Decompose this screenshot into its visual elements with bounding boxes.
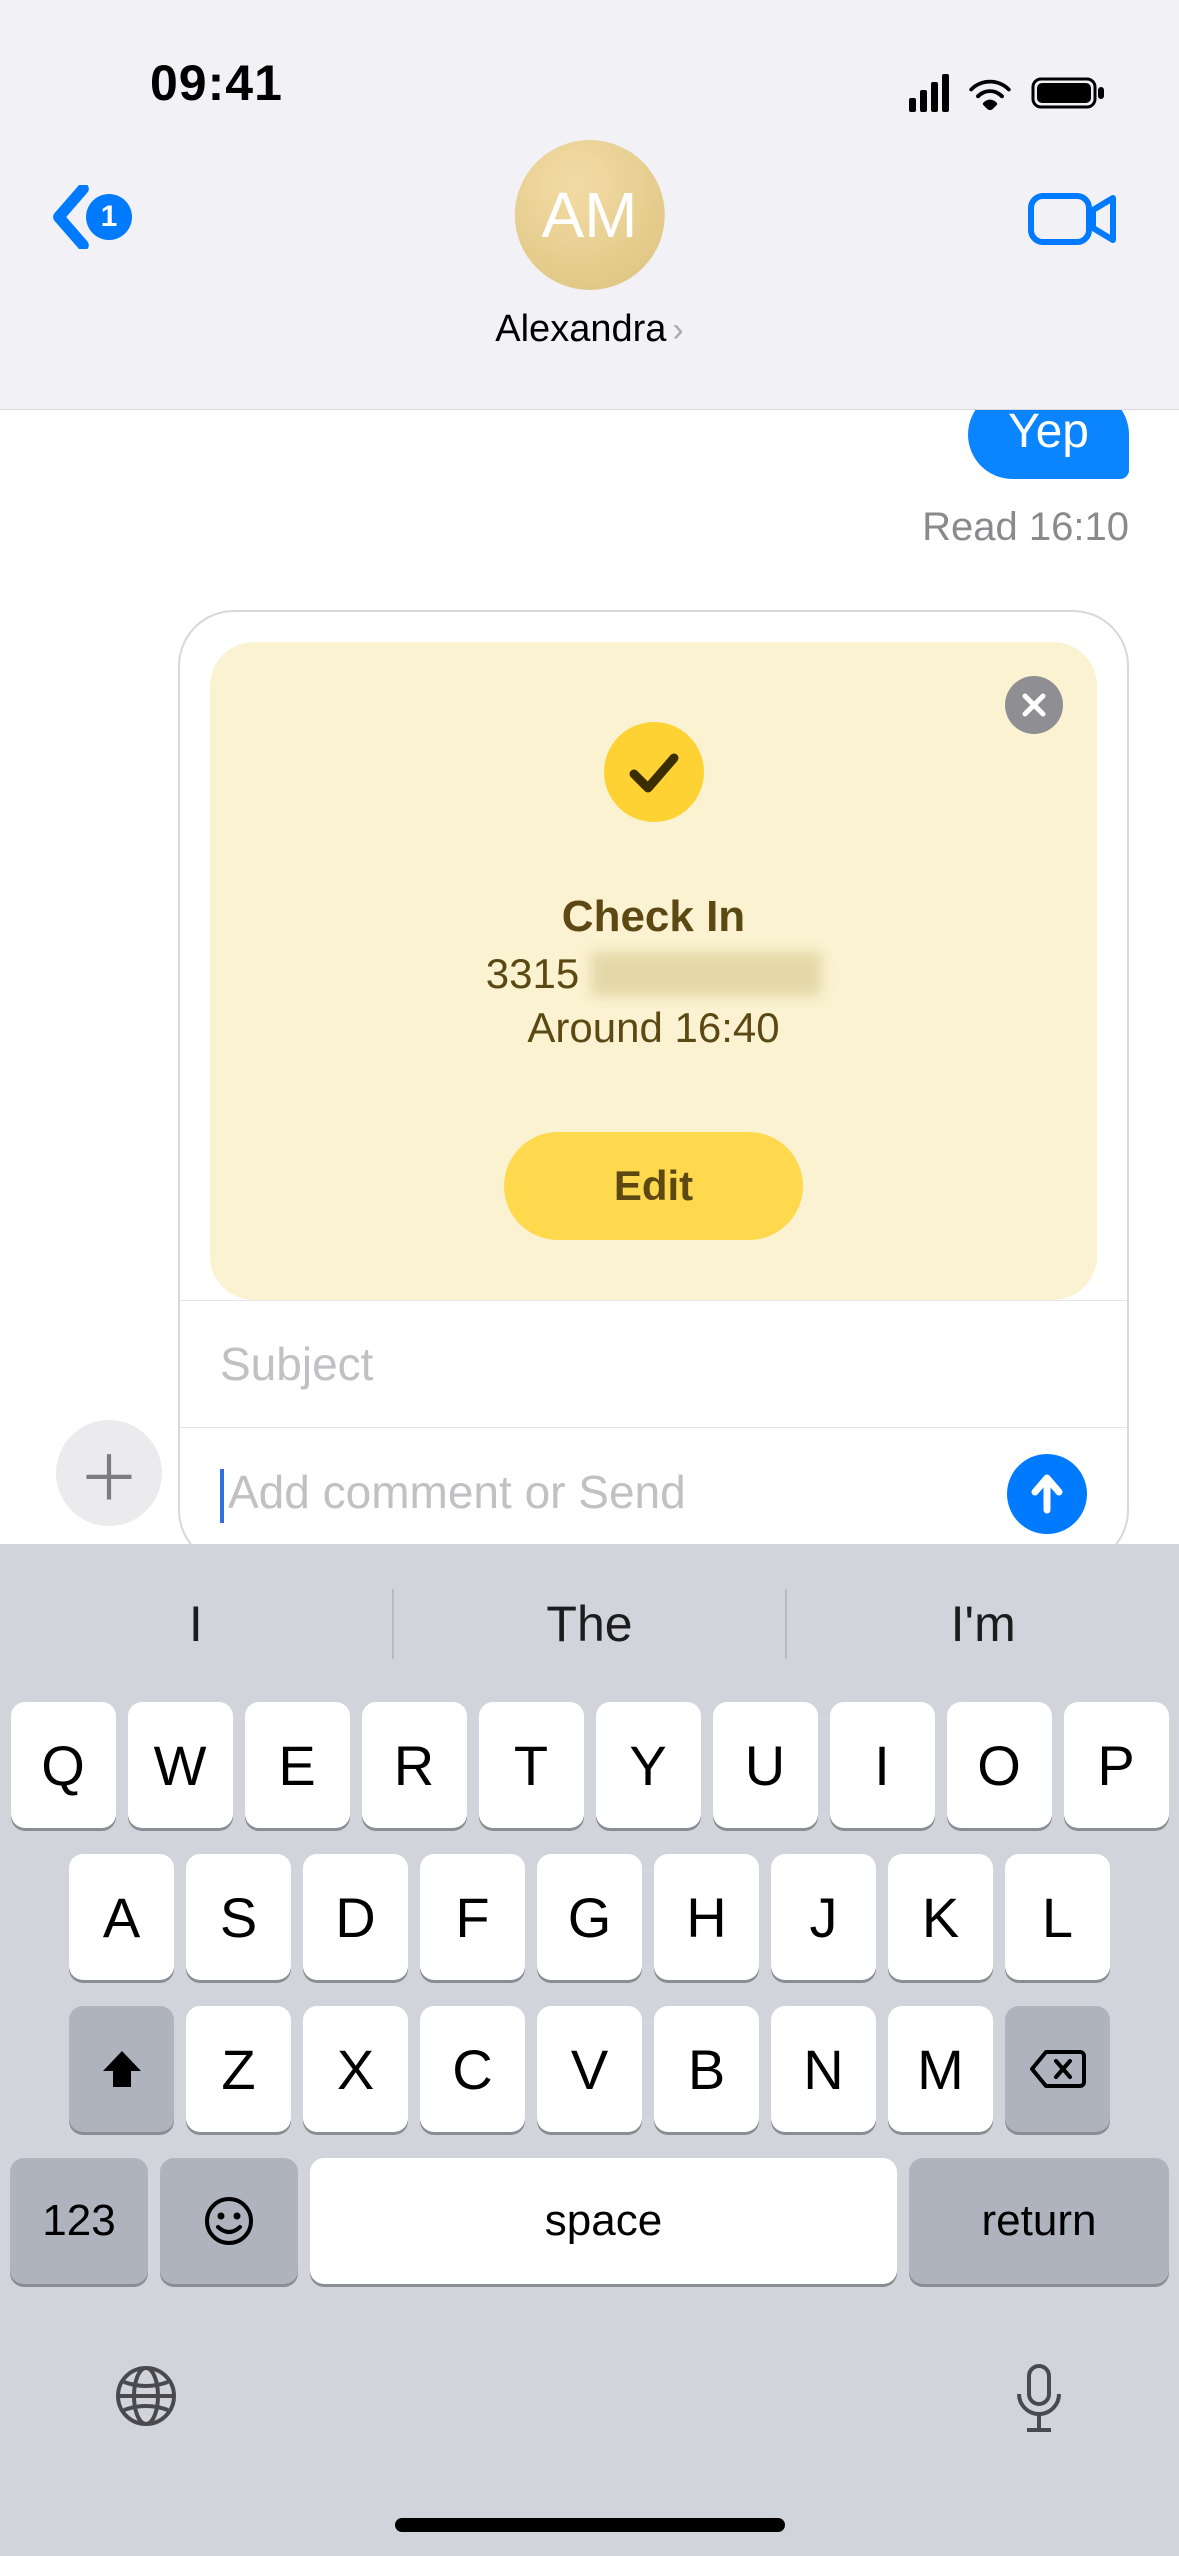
key-j[interactable]: J: [771, 1854, 876, 1980]
comment-field[interactable]: Add comment or Send: [220, 1465, 686, 1523]
key-h[interactable]: H: [654, 1854, 759, 1980]
key-z[interactable]: Z: [186, 2006, 291, 2132]
key-i[interactable]: I: [830, 1702, 935, 1828]
space-key[interactable]: space: [310, 2158, 897, 2284]
key-s[interactable]: S: [186, 1854, 291, 1980]
battery-icon: [1031, 75, 1109, 111]
contact-header[interactable]: AM Alexandra›: [495, 140, 683, 351]
globe-key[interactable]: [110, 2360, 182, 2445]
predictive-suggestion[interactable]: I: [0, 1595, 392, 1653]
return-key[interactable]: return: [909, 2158, 1169, 2284]
key-t[interactable]: T: [479, 1702, 584, 1828]
shift-key[interactable]: [69, 2006, 174, 2132]
key-v[interactable]: V: [537, 2006, 642, 2132]
facetime-button[interactable]: [1027, 190, 1119, 253]
key-c[interactable]: C: [420, 2006, 525, 2132]
plus-icon: ＋: [78, 1428, 140, 1518]
sent-message-bubble[interactable]: Yep: [968, 410, 1129, 479]
key-x[interactable]: X: [303, 2006, 408, 2132]
subject-field[interactable]: Subject: [180, 1300, 1127, 1427]
key-f[interactable]: F: [420, 1854, 525, 1980]
key-d[interactable]: D: [303, 1854, 408, 1980]
checkin-time: Around 16:40: [250, 1004, 1057, 1052]
key-o[interactable]: O: [947, 1702, 1052, 1828]
key-u[interactable]: U: [713, 1702, 818, 1828]
key-l[interactable]: L: [1005, 1854, 1110, 1980]
status-indicators: [909, 74, 1109, 112]
home-indicator[interactable]: [395, 2518, 785, 2532]
attach-button[interactable]: ＋: [56, 1420, 162, 1526]
emoji-key[interactable]: [160, 2158, 298, 2284]
predictive-suggestion[interactable]: I'm: [787, 1595, 1179, 1653]
checkin-icon: [604, 722, 704, 822]
key-w[interactable]: W: [128, 1702, 233, 1828]
delete-key[interactable]: [1005, 2006, 1110, 2132]
subject-placeholder: Subject: [220, 1337, 1087, 1391]
checkin-attachment[interactable]: Check In 3315 Around 16:40 Edit: [210, 642, 1097, 1300]
close-icon: [1019, 690, 1049, 720]
chevron-right-icon: ›: [672, 311, 683, 349]
contact-name: Alexandra: [495, 308, 666, 350]
checkin-title: Check In: [250, 892, 1057, 942]
read-receipt: Read 16:10: [922, 505, 1129, 550]
back-button[interactable]: 1: [50, 185, 132, 249]
key-n[interactable]: N: [771, 2006, 876, 2132]
redacted-address: [591, 952, 821, 996]
keyboard: I The I'm QWERTYUIOP ASDFGHJKL ZXCVBNM 1…: [0, 1544, 1179, 2556]
key-r[interactable]: R: [362, 1702, 467, 1828]
backspace-icon: [1030, 2048, 1086, 2090]
key-q[interactable]: Q: [11, 1702, 116, 1828]
remove-attachment-button[interactable]: [1005, 676, 1063, 734]
compose-card: Check In 3315 Around 16:40 Edit Subject …: [178, 610, 1129, 1544]
dictation-key[interactable]: [1009, 2360, 1069, 2445]
send-button[interactable]: [1007, 1454, 1087, 1534]
checkin-edit-button[interactable]: Edit: [504, 1132, 803, 1240]
numeric-key[interactable]: 123: [10, 2158, 148, 2284]
wifi-icon: [967, 76, 1013, 110]
key-m[interactable]: M: [888, 2006, 993, 2132]
avatar: AM: [514, 140, 664, 290]
emoji-icon: [203, 2195, 255, 2247]
key-b[interactable]: B: [654, 2006, 759, 2132]
key-k[interactable]: K: [888, 1854, 993, 1980]
key-g[interactable]: G: [537, 1854, 642, 1980]
comment-placeholder: Add comment or Send: [228, 1466, 686, 1518]
globe-icon: [110, 2360, 182, 2432]
status-bar: 09:41: [0, 0, 1179, 130]
predictive-suggestion[interactable]: The: [394, 1595, 786, 1653]
text-cursor: [220, 1469, 224, 1523]
cellular-icon: [909, 74, 949, 112]
conversation-header: 1 AM Alexandra›: [0, 130, 1179, 410]
conversation-area: Yep Read 16:10 ＋ Check In 3315 Around 16…: [0, 410, 1179, 1544]
unread-badge: 1: [86, 194, 132, 240]
arrow-up-icon: [1027, 1472, 1067, 1516]
key-a[interactable]: A: [69, 1854, 174, 1980]
key-e[interactable]: E: [245, 1702, 350, 1828]
mic-icon: [1009, 2360, 1069, 2440]
key-p[interactable]: P: [1064, 1702, 1169, 1828]
back-chevron-icon: [50, 185, 90, 249]
status-time: 09:41: [150, 54, 283, 112]
key-y[interactable]: Y: [596, 1702, 701, 1828]
predictive-bar: I The I'm: [0, 1564, 1179, 1684]
shift-icon: [99, 2047, 145, 2091]
checkin-address: 3315: [250, 950, 1057, 998]
